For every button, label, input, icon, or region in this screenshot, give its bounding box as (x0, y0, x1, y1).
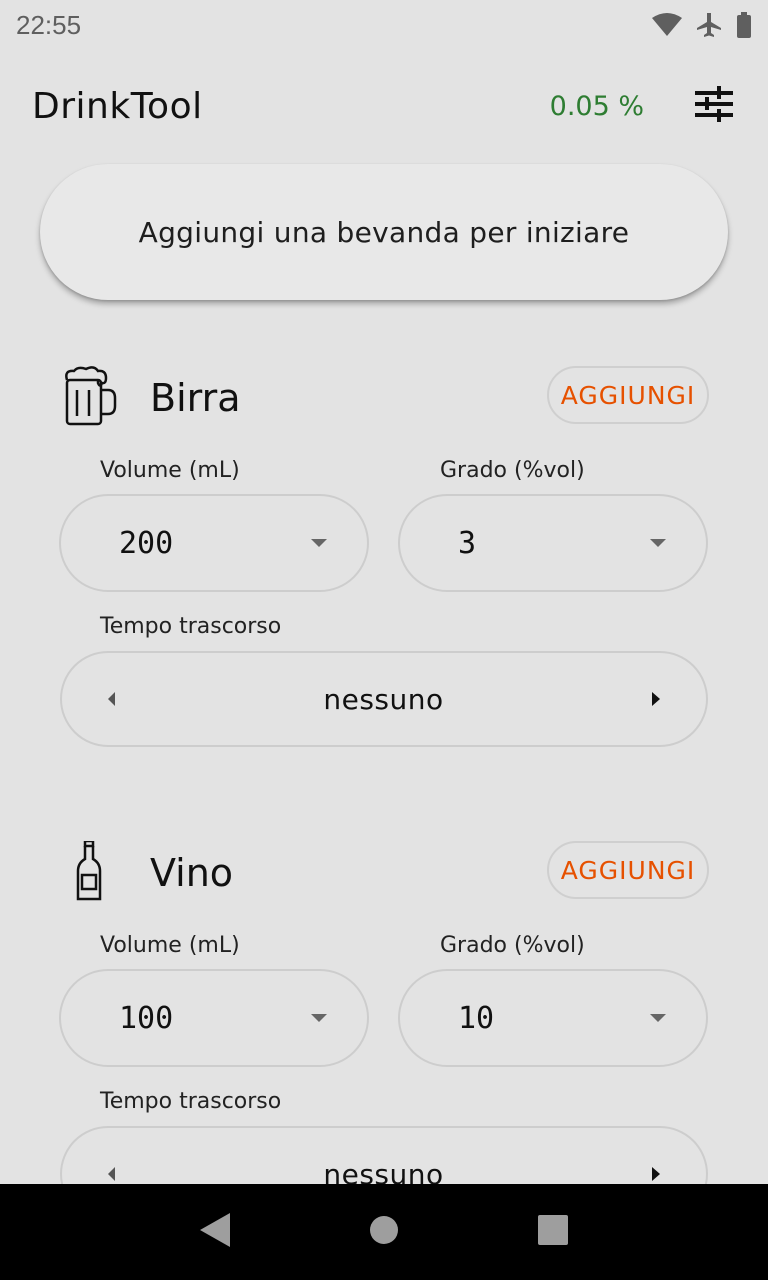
home-icon (369, 1215, 399, 1249)
grade-value: 3 (458, 525, 477, 561)
previous-arrow-icon[interactable] (108, 1167, 115, 1181)
navigation-bar (0, 1184, 768, 1280)
settings-button[interactable] (692, 84, 736, 128)
time-value: nessuno (323, 682, 444, 716)
grade-dropdown[interactable]: 10 (398, 969, 708, 1067)
back-button[interactable] (195, 1212, 235, 1252)
dropdown-arrow-icon (311, 539, 327, 547)
volume-label: Volume (mL) (100, 458, 240, 483)
wine-bottle-icon (62, 839, 118, 903)
airplane-icon (696, 12, 722, 38)
volume-dropdown[interactable]: 100 (59, 969, 369, 1067)
beer-mug-icon (62, 366, 118, 428)
volume-dropdown[interactable]: 200 (59, 494, 369, 592)
dropdown-arrow-icon (650, 1014, 666, 1022)
grade-dropdown[interactable]: 3 (398, 494, 708, 592)
time-stepper: nessuno (60, 651, 708, 747)
drink-header: Vino AGGIUNGI (0, 839, 768, 911)
grade-label: Grado (%vol) (440, 458, 585, 483)
volume-value: 200 (119, 525, 174, 561)
home-button[interactable] (364, 1212, 404, 1252)
status-bar: 22:55 (0, 0, 768, 50)
grade-value: 10 (458, 1000, 495, 1036)
wifi-icon (652, 13, 682, 37)
add-birra-button[interactable]: AGGIUNGI (547, 366, 709, 424)
dropdown-arrow-icon (650, 539, 666, 547)
drink-header: Birra AGGIUNGI (0, 366, 768, 436)
battery-icon (736, 12, 752, 38)
drink-name: Birra (150, 376, 241, 420)
drink-card-birra: Birra AGGIUNGI Volume (mL) Grado (%vol) … (0, 366, 768, 756)
recents-icon (538, 1215, 569, 1249)
add-drink-prompt-button[interactable]: Aggiungi una bevanda per iniziare (40, 164, 728, 300)
previous-arrow-icon[interactable] (108, 692, 115, 706)
back-icon (199, 1213, 230, 1251)
volume-label: Volume (mL) (100, 933, 240, 958)
drink-name: Vino (150, 851, 234, 895)
bac-value: 0.05 % (549, 90, 644, 122)
time-stepper: nessuno (60, 1126, 708, 1184)
app-title: DrinkTool (32, 85, 203, 127)
time-label: Tempo trascorso (100, 1089, 282, 1114)
status-icons (652, 12, 752, 38)
add-vino-button[interactable]: AGGIUNGI (547, 841, 709, 899)
app-bar: DrinkTool 0.05 % (0, 62, 768, 150)
tune-icon (695, 86, 733, 126)
volume-value: 100 (119, 1000, 174, 1036)
screen-content: 22:55 DrinkTool 0.05 % Aggiungi una beva… (0, 0, 768, 1184)
recents-button[interactable] (533, 1212, 573, 1252)
dropdown-arrow-icon (311, 1014, 327, 1022)
drink-card-vino: Vino AGGIUNGI Volume (mL) Grado (%vol) 1… (0, 839, 768, 1184)
status-time: 22:55 (16, 9, 82, 40)
add-drink-prompt-label: Aggiungi una bevanda per iniziare (138, 215, 630, 249)
time-label: Tempo trascorso (100, 614, 282, 639)
grade-label: Grado (%vol) (440, 933, 585, 958)
next-arrow-icon[interactable] (652, 1167, 660, 1181)
time-value: nessuno (323, 1157, 444, 1185)
next-arrow-icon[interactable] (652, 692, 660, 706)
